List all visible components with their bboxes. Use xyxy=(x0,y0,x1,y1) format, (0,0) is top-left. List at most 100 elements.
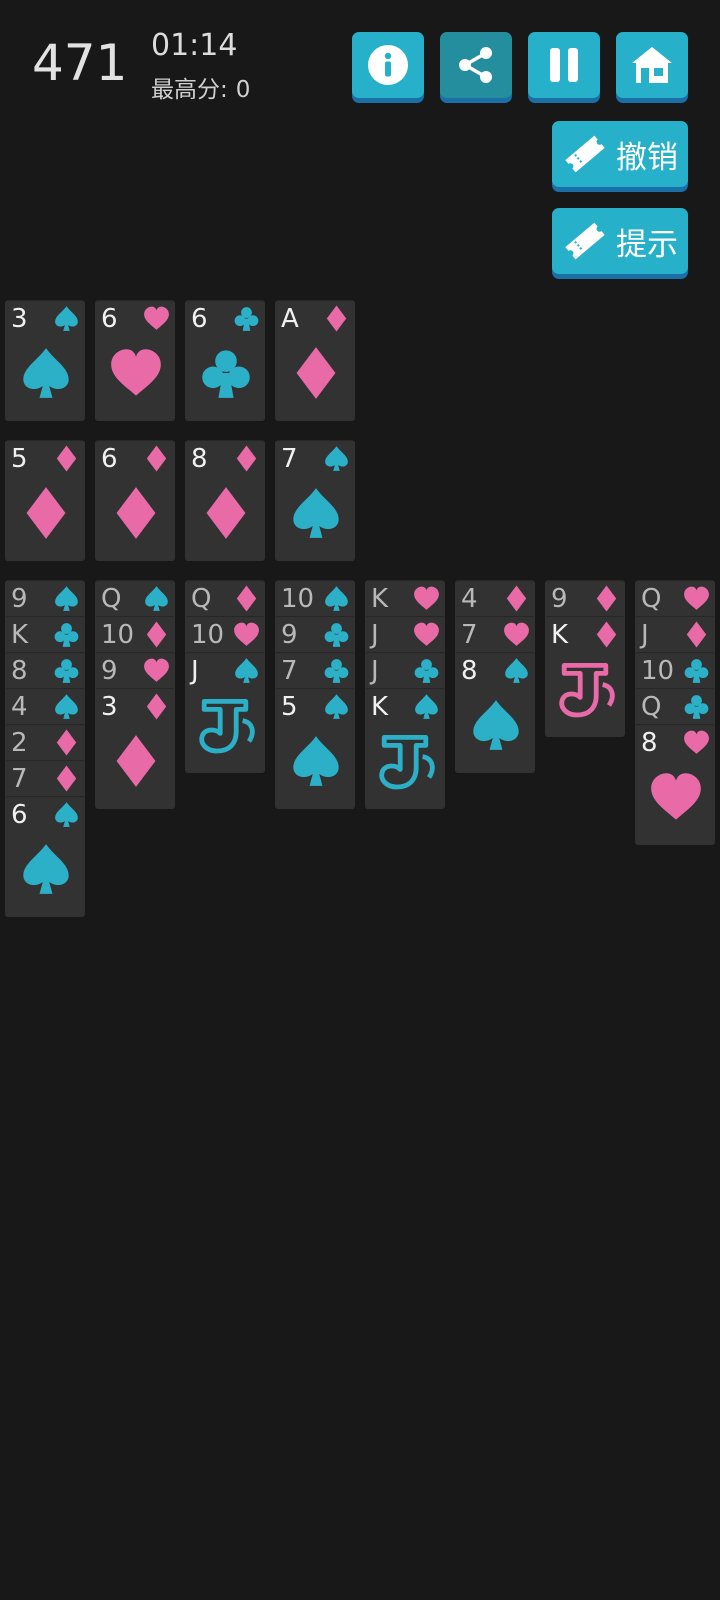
card-rank: 8 xyxy=(641,728,658,758)
face-card-figure xyxy=(379,735,435,790)
card-rank: K xyxy=(11,620,29,650)
foundation-card[interactable]: 6 xyxy=(185,300,265,421)
spade-icon xyxy=(55,802,78,827)
tableau-card[interactable]: 8 xyxy=(635,724,715,845)
spade-icon xyxy=(293,736,339,786)
tableau-card[interactable]: K xyxy=(545,616,625,737)
tableau-card[interactable]: 8 xyxy=(455,652,535,773)
ticket-icon xyxy=(565,135,605,173)
club-icon xyxy=(324,623,349,647)
face-card-figure xyxy=(559,663,615,718)
spade-icon xyxy=(473,700,519,750)
club-icon xyxy=(54,623,79,647)
foundation-card[interactable]: 3 xyxy=(5,300,85,421)
diamond-icon xyxy=(146,621,167,648)
diamond-icon xyxy=(56,765,77,792)
spade-icon xyxy=(293,488,339,538)
heart-icon xyxy=(111,349,161,396)
heart-icon xyxy=(684,586,709,610)
diamond-icon xyxy=(686,621,707,648)
card-rank: 3 xyxy=(11,304,28,334)
pause-button[interactable] xyxy=(528,32,600,98)
spade-icon xyxy=(55,694,78,719)
heart-icon xyxy=(651,773,701,820)
foundation-card[interactable]: 8 xyxy=(185,440,265,561)
card-rank: 4 xyxy=(461,584,478,614)
info-icon xyxy=(368,45,408,85)
card-rank: J xyxy=(371,656,379,686)
foundation-card[interactable]: 6 xyxy=(95,440,175,561)
diamond-icon xyxy=(116,735,156,787)
diamond-icon xyxy=(56,445,77,472)
heart-icon xyxy=(414,586,439,610)
diamond-icon xyxy=(596,585,617,612)
card-rank: 4 xyxy=(11,692,28,722)
card-rank: Q xyxy=(191,584,212,614)
spade-icon xyxy=(415,694,438,719)
card-rank: J xyxy=(641,620,649,650)
share-button[interactable] xyxy=(440,32,512,98)
best-score-value: 0 xyxy=(235,77,251,103)
diamond-icon xyxy=(296,347,336,399)
tableau-card[interactable]: 6 xyxy=(5,796,85,917)
spade-icon xyxy=(325,446,348,471)
foundation-card[interactable]: 7 xyxy=(275,440,355,561)
heart-icon xyxy=(504,622,529,646)
card-rank: 10 xyxy=(281,584,315,614)
home-button[interactable] xyxy=(616,32,688,98)
heart-icon xyxy=(684,730,709,754)
diamond-icon xyxy=(116,487,156,539)
tableau-card[interactable]: 5 xyxy=(275,688,355,809)
card-rank: 5 xyxy=(11,444,28,474)
heart-icon xyxy=(414,622,439,646)
spade-icon xyxy=(23,844,69,894)
heart-icon xyxy=(234,622,259,646)
spade-icon xyxy=(23,348,69,398)
club-icon xyxy=(54,659,79,683)
foundation-card[interactable]: 5 xyxy=(5,440,85,561)
tableau-card[interactable]: K xyxy=(365,688,445,809)
card-rank: 10 xyxy=(191,620,225,650)
diamond-icon xyxy=(146,445,167,472)
diamond-icon xyxy=(236,585,257,612)
card-rank: 10 xyxy=(641,656,675,686)
diamond-icon xyxy=(506,585,527,612)
card-rank: 6 xyxy=(191,304,208,334)
undo-button[interactable]: 撤销 xyxy=(552,121,688,187)
diamond-icon xyxy=(596,621,617,648)
spade-icon xyxy=(325,586,348,611)
club-icon xyxy=(324,659,349,683)
spade-icon xyxy=(55,586,78,611)
card-rank: 7 xyxy=(461,620,478,650)
card-rank: 9 xyxy=(101,656,118,686)
best-score: 最高分: 0 xyxy=(151,79,250,102)
card-rank: Q xyxy=(641,584,662,614)
card-rank: 6 xyxy=(11,800,28,830)
spade-icon xyxy=(55,306,78,331)
tableau-card[interactable]: 3 xyxy=(95,688,175,809)
pause-icon xyxy=(550,48,578,82)
undo-label: 撤销 xyxy=(616,139,678,176)
diamond-icon xyxy=(236,445,257,472)
diamond-icon xyxy=(326,305,347,332)
foundation-card[interactable]: A xyxy=(275,300,355,421)
hint-label: 提示 xyxy=(616,226,678,263)
club-icon xyxy=(684,659,709,683)
card-rank: J xyxy=(371,620,379,650)
card-rank: 2 xyxy=(11,728,28,758)
tableau-card[interactable]: J xyxy=(185,652,265,773)
card-rank: 9 xyxy=(551,584,568,614)
card-rank: 10 xyxy=(101,620,135,650)
hint-button[interactable]: 提示 xyxy=(552,208,688,274)
card-rank: K xyxy=(371,584,389,614)
spade-icon xyxy=(235,658,258,683)
spade-icon xyxy=(505,658,528,683)
card-rank: K xyxy=(551,620,569,650)
card-rank: 5 xyxy=(281,692,298,722)
card-rank: 9 xyxy=(11,584,28,614)
foundation-card[interactable]: 6 xyxy=(95,300,175,421)
heart-icon xyxy=(144,658,169,682)
card-rank: 6 xyxy=(101,444,118,474)
info-button[interactable] xyxy=(352,32,424,98)
card-rank: Q xyxy=(641,692,662,722)
